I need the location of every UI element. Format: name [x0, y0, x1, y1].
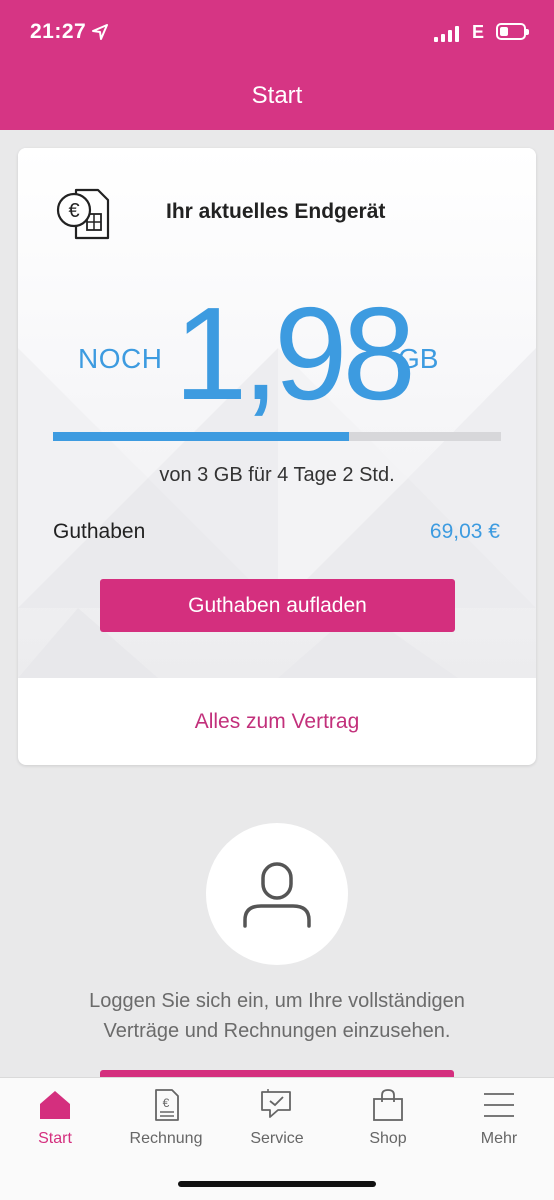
- battery-level: [500, 27, 508, 36]
- contract-card: € Ihr aktuelles Endgerät NOCH 1,98 GB vo…: [18, 148, 536, 765]
- signal-strength-icon: [434, 26, 459, 42]
- invoice-icon: €: [155, 1089, 179, 1121]
- status-bar: 21:27 E: [0, 0, 554, 64]
- card-title: Ihr aktuelles Endgerät: [166, 200, 386, 223]
- login-hint: Loggen Sie sich ein, um Ihre vollständig…: [40, 986, 514, 1046]
- login-avatar[interactable]: [206, 823, 348, 965]
- euro-sim-icon: €: [56, 188, 110, 240]
- data-prefix: NOCH: [78, 343, 163, 374]
- shopping-bag-icon: [373, 1089, 403, 1121]
- data-usage-panel: € Ihr aktuelles Endgerät NOCH 1,98 GB vo…: [18, 148, 536, 678]
- service-chat-icon: [261, 1089, 291, 1118]
- data-usage-progress-fill: [53, 432, 349, 441]
- tab-start[interactable]: Start: [0, 1078, 110, 1158]
- svg-text:€: €: [68, 200, 79, 222]
- balance-label: Guthaben: [53, 520, 146, 543]
- tab-mehr[interactable]: Mehr: [444, 1078, 554, 1158]
- tab-rechnung[interactable]: € Rechnung: [111, 1078, 221, 1158]
- login-hint-line2: Verträge und Rechnungen einzusehen.: [103, 1020, 451, 1042]
- data-unit: GB: [398, 343, 439, 374]
- battery-icon: [496, 23, 529, 40]
- home-indicator: [178, 1181, 376, 1187]
- login-hint-line1: Loggen Sie sich ein, um Ihre vollständig…: [89, 990, 465, 1012]
- home-icon: [40, 1091, 70, 1119]
- topup-button[interactable]: Guthaben aufladen: [100, 579, 455, 632]
- user-icon: [243, 862, 311, 928]
- status-time: 21:27: [30, 20, 87, 43]
- tab-label: Mehr: [480, 1130, 518, 1147]
- tab-shop[interactable]: Shop: [333, 1078, 443, 1158]
- tab-label: Start: [38, 1130, 72, 1147]
- page-title: Start: [251, 82, 303, 109]
- data-usage-progress-bar: [53, 432, 501, 441]
- location-arrow-icon: [92, 24, 108, 40]
- tab-service[interactable]: Service: [222, 1078, 332, 1158]
- tab-label: Rechnung: [129, 1130, 203, 1147]
- tab-label: Shop: [369, 1130, 407, 1147]
- svg-text:€: €: [163, 1096, 170, 1110]
- data-remaining-value: 1,98: [174, 280, 416, 427]
- tab-label: Service: [250, 1130, 304, 1147]
- data-usage-text: von 3 GB für 4 Tage 2 Std.: [159, 464, 395, 486]
- balance-value: 69,03 €: [429, 520, 500, 543]
- menu-icon: [484, 1093, 514, 1117]
- app-header: 21:27 E Start: [0, 0, 554, 130]
- contract-details-link[interactable]: Alles zum Vertrag: [18, 710, 536, 734]
- network-type: E: [472, 22, 485, 42]
